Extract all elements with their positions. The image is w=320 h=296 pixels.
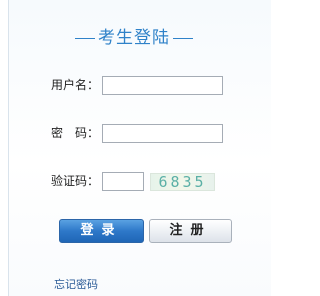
title-dash-left: [75, 37, 95, 39]
captcha-input[interactable]: [102, 172, 144, 191]
username-input[interactable]: [102, 76, 223, 95]
captcha-image[interactable]: 6835: [150, 173, 215, 191]
captcha-label: 验证码：: [51, 174, 100, 188]
register-button[interactable]: 注册: [149, 219, 232, 243]
forgot-password-link[interactable]: 忘记密码: [54, 278, 98, 292]
title-dash-right: [173, 37, 193, 39]
title-text: 考生登陆: [98, 28, 170, 48]
password-label: 密 码：: [51, 126, 100, 140]
password-input[interactable]: [102, 124, 223, 143]
form-title: 考生登陆: [60, 26, 208, 50]
username-label: 用户名：: [51, 78, 100, 92]
login-button[interactable]: 登录: [59, 219, 144, 243]
